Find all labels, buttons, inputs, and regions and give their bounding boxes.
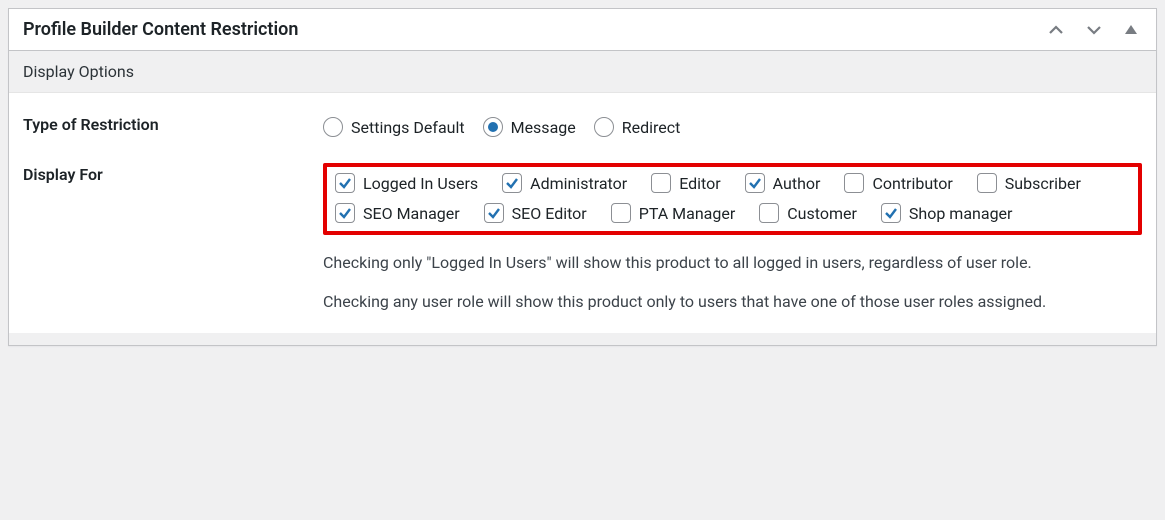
- radio-icon: [594, 117, 614, 137]
- radio-settings-default[interactable]: Settings Default: [323, 117, 465, 137]
- checkbox-label: Customer: [787, 204, 857, 223]
- checkbox-customer[interactable]: Customer: [759, 203, 857, 223]
- checkbox-administrator[interactable]: Administrator: [502, 173, 627, 193]
- radio-label: Message: [511, 118, 576, 137]
- checkbox-icon: [745, 173, 765, 193]
- checkbox-seo-manager[interactable]: SEO Manager: [335, 203, 460, 223]
- checkbox-icon: [502, 173, 522, 193]
- radio-icon: [483, 117, 503, 137]
- toggle-panel-icon[interactable]: [1120, 21, 1142, 39]
- radio-icon: [323, 117, 343, 137]
- checkbox-icon: [844, 173, 864, 193]
- metabox-header-actions: [1044, 20, 1142, 40]
- checkbox-label: Contributor: [872, 174, 952, 193]
- checkbox-author[interactable]: Author: [745, 173, 821, 193]
- hint-logged-in: Checking only "Logged In Users" will sho…: [323, 245, 1142, 284]
- radio-label: Settings Default: [351, 118, 465, 137]
- checkbox-editor[interactable]: Editor: [651, 173, 720, 193]
- checkbox-label: Subscriber: [1005, 174, 1081, 193]
- metabox-body: Display Options Type of Restriction Sett…: [9, 51, 1156, 345]
- checkbox-logged-in[interactable]: Logged In Users: [335, 173, 478, 193]
- checkbox-icon: [484, 203, 504, 223]
- row-controls-restriction-type: Settings Default Message Redirect: [309, 93, 1156, 143]
- checkbox-subscriber[interactable]: Subscriber: [977, 173, 1081, 193]
- move-up-icon[interactable]: [1044, 20, 1068, 40]
- checkbox-label: Administrator: [530, 174, 627, 193]
- checkbox-shop-manager[interactable]: Shop manager: [881, 203, 1013, 223]
- section-display-options: Display Options: [9, 51, 1156, 93]
- checkbox-icon: [881, 203, 901, 223]
- checkbox-icon: [335, 203, 355, 223]
- checkbox-label: Editor: [679, 174, 720, 193]
- checkbox-label: Logged In Users: [363, 174, 478, 193]
- section-divider: [9, 333, 1156, 345]
- row-label-restriction-type: Type of Restriction: [9, 93, 309, 143]
- checkbox-label: Shop manager: [909, 204, 1013, 223]
- checkbox-label: PTA Manager: [639, 204, 736, 223]
- radio-redirect[interactable]: Redirect: [594, 117, 681, 137]
- metabox-content-restriction: Profile Builder Content Restriction Disp…: [8, 8, 1157, 346]
- checkbox-icon: [611, 203, 631, 223]
- row-controls-display-for: Logged In Users Administrator Editor Author…: [309, 143, 1156, 329]
- checkbox-icon: [335, 173, 355, 193]
- checkbox-label: SEO Editor: [512, 204, 587, 223]
- radio-label: Redirect: [622, 118, 681, 137]
- metabox-title: Profile Builder Content Restriction: [23, 19, 1044, 40]
- highlight-box: Logged In Users Administrator Editor Author…: [323, 163, 1142, 235]
- checkbox-icon: [977, 173, 997, 193]
- checkbox-seo-editor[interactable]: SEO Editor: [484, 203, 587, 223]
- metabox-header: Profile Builder Content Restriction: [9, 9, 1156, 51]
- move-down-icon[interactable]: [1082, 20, 1106, 40]
- checkbox-icon: [651, 173, 671, 193]
- checkbox-label: Author: [773, 174, 821, 193]
- checkbox-pta-manager[interactable]: PTA Manager: [611, 203, 736, 223]
- checkbox-icon: [759, 203, 779, 223]
- row-label-display-for: Display For: [9, 143, 309, 329]
- hint-roles: Checking any user role will show this pr…: [323, 284, 1142, 323]
- radio-message[interactable]: Message: [483, 117, 576, 137]
- checkbox-contributor[interactable]: Contributor: [844, 173, 952, 193]
- form-table: Type of Restriction Settings Default Mes…: [9, 93, 1156, 329]
- checkbox-label: SEO Manager: [363, 204, 460, 223]
